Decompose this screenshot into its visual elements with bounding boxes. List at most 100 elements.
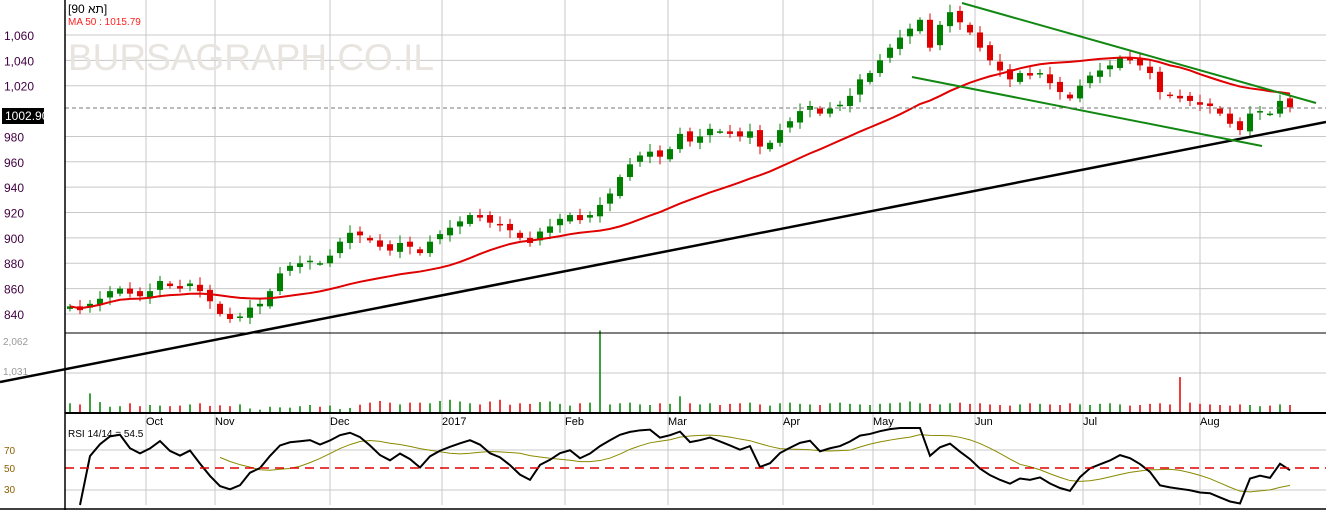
ma50-line (69, 56, 1291, 310)
watermark: BURSAGRAPH.CO.IL (68, 37, 434, 78)
rsi-signal-line (219, 434, 1291, 493)
candle-body (997, 61, 1003, 71)
y-tick-label: 880 (4, 257, 24, 271)
candle-body (957, 10, 963, 23)
candle-body (1067, 94, 1073, 99)
candle-body (197, 284, 203, 292)
candle-body (467, 215, 473, 224)
candle-body (1217, 108, 1223, 114)
candle-body (327, 255, 333, 264)
candle-body (247, 307, 253, 318)
candle-body (607, 193, 613, 204)
candle-body (877, 60, 883, 74)
chart-title: [90 תא] (68, 2, 107, 16)
candle-body (887, 47, 893, 58)
candle-body (1187, 95, 1193, 101)
ma-legend: MA 50 : 1015.79 (68, 17, 141, 28)
last-price-label: 1002.90 (5, 109, 49, 123)
candle-body (837, 104, 843, 107)
candle-body (777, 130, 783, 143)
candle-body (627, 164, 633, 178)
y-tick-label: 920 (4, 207, 24, 221)
long-term-trendline (0, 120, 1326, 384)
month-label: Jun (975, 416, 993, 428)
candle-body (727, 131, 733, 134)
rsi-level-label: 70 (4, 446, 16, 457)
candle-body (287, 265, 293, 271)
candle-body (667, 149, 673, 160)
candle-body (507, 223, 513, 231)
candle-body (657, 150, 663, 157)
candle-body (1117, 57, 1123, 68)
month-label: Aug (1200, 416, 1220, 428)
candle-body (397, 242, 403, 252)
month-label: Nov (215, 416, 235, 428)
candle-body (767, 142, 773, 150)
candle-body (737, 131, 743, 137)
candle-body (817, 108, 823, 114)
candle-body (707, 128, 713, 136)
candle-body (517, 232, 523, 238)
candle-body (257, 303, 263, 307)
candle-body (457, 221, 463, 227)
rsi-line (79, 427, 1291, 506)
candle-body (937, 24, 943, 46)
month-label: Feb (565, 416, 584, 428)
candle-body (357, 231, 363, 236)
candle-body (867, 73, 873, 82)
candle-body (847, 95, 853, 107)
candle-body (597, 204, 603, 217)
candle-body (177, 286, 183, 289)
candle-body (1097, 70, 1103, 77)
rsi-level-label: 50 (4, 464, 16, 475)
stock-chart: BURSAGRAPH.CO.IL [90 תא] MA 50 : 1015.79… (0, 0, 1326, 510)
month-label: Dec (330, 416, 350, 428)
candle-body (977, 32, 983, 48)
candle-body (207, 289, 213, 302)
candle-body (1077, 85, 1083, 99)
candle-body (227, 313, 233, 320)
y-tick-label: 1,020 (4, 80, 34, 94)
candle-body (1087, 75, 1093, 84)
volume-bars (69, 330, 1291, 412)
y-tick-label: 840 (4, 308, 24, 322)
candle-body (547, 226, 553, 233)
candle-body (437, 234, 443, 240)
candle-body (447, 227, 453, 236)
candle-body (1207, 103, 1213, 107)
candle-body (337, 241, 343, 254)
candle-body (907, 28, 913, 37)
candle-body (387, 244, 393, 251)
y-tick-label: 960 (4, 156, 24, 170)
candle-body (367, 237, 373, 241)
candle-body (897, 37, 903, 49)
candle-body (757, 130, 763, 147)
y-tick-label: 1,040 (4, 54, 34, 68)
candle-body (107, 291, 113, 298)
candle-body (857, 79, 863, 95)
candle-body (577, 215, 583, 221)
candle-body (787, 121, 793, 128)
candle-body (1227, 113, 1233, 124)
candle-body (747, 131, 753, 138)
candle-body (407, 241, 413, 247)
candle-body (127, 288, 133, 294)
price-axis: 840 860 880 900 920 940 960 980 1,020 1,040 1,060 (4, 29, 34, 322)
month-label: Mar (668, 416, 687, 428)
month-label: Apr (783, 416, 800, 428)
candle-body (1047, 74, 1053, 84)
candle-body (317, 263, 323, 265)
candle-body (427, 241, 433, 254)
candle-body (497, 223, 503, 226)
candle-body (947, 12, 953, 27)
candle-body (567, 215, 573, 222)
candle-body (277, 273, 283, 292)
candle-body (987, 45, 993, 61)
month-label: Oct (146, 416, 163, 428)
candle-body (1177, 95, 1183, 99)
candle-body (1147, 66, 1153, 74)
candle-body (167, 283, 173, 287)
candle-body (557, 218, 563, 226)
candle-body (157, 280, 163, 290)
volume-axis-label: 2,062 (3, 337, 28, 348)
